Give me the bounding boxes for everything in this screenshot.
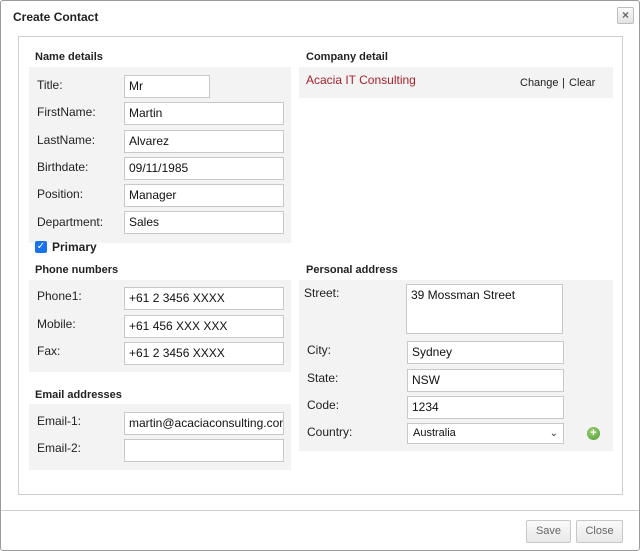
position-input[interactable]: Manager <box>124 184 284 207</box>
save-button[interactable]: Save <box>526 520 571 543</box>
personal-address-box: Street: 39 Mossman Street City: Sydney S… <box>299 280 613 451</box>
personal-address-heading: Personal address <box>306 264 398 276</box>
birthdate-label: Birthdate: <box>37 160 89 174</box>
phone1-input[interactable]: +61 2 3456 XXXX <box>124 287 284 310</box>
create-contact-dialog: Create Contact × Name details Title: Mr … <box>0 0 640 551</box>
firstname-label: FirstName: <box>37 105 96 119</box>
country-label: Country: <box>307 425 353 439</box>
email1-label: Email-1: <box>37 414 82 428</box>
company-detail-heading: Company detail <box>306 51 388 63</box>
clear-company-link[interactable]: Clear <box>569 77 595 89</box>
department-input[interactable]: Sales <box>124 211 284 234</box>
dialog-titlebar: Create Contact × <box>1 1 639 33</box>
link-separator: | <box>562 77 565 89</box>
city-input[interactable]: Sydney <box>407 341 564 364</box>
city-label: City: <box>307 343 331 357</box>
phone-numbers-heading: Phone numbers <box>35 264 119 276</box>
primary-label: Primary <box>52 240 97 254</box>
code-input[interactable]: 1234 <box>407 396 564 419</box>
company-detail-box: Acacia IT Consulting Change | Clear <box>299 67 613 98</box>
company-name-link[interactable]: Acacia IT Consulting <box>306 73 416 87</box>
mobile-label: Mobile: <box>37 317 76 331</box>
form-panel: Name details Title: Mr FirstName: Martin… <box>18 36 623 495</box>
department-label: Department: <box>37 215 104 229</box>
chevron-down-icon: ⌄ <box>549 428 558 439</box>
phone-numbers-box: Phone1: +61 2 3456 XXXX Mobile: +61 456 … <box>29 280 291 372</box>
email-addresses-box: Email-1: martin@acaciaconsulting.com Ema… <box>29 404 291 470</box>
birthdate-input[interactable]: 09/11/1985 <box>124 157 284 180</box>
street-label: Street: <box>304 286 340 300</box>
footer-divider <box>1 510 639 511</box>
firstname-input[interactable]: Martin <box>124 102 284 125</box>
title-label: Title: <box>37 78 63 92</box>
country-select-value: Australia <box>413 427 456 439</box>
email2-input[interactable] <box>124 439 284 462</box>
country-select[interactable]: Australia ⌄ <box>407 423 564 444</box>
close-button[interactable]: Close <box>576 520 623 543</box>
email1-input[interactable]: martin@acaciaconsulting.com <box>124 412 284 435</box>
email-addresses-heading: Email addresses <box>35 389 122 401</box>
name-details-box: Title: Mr FirstName: Martin LastName: Al… <box>29 67 291 243</box>
position-label: Position: <box>37 187 84 201</box>
name-details-heading: Name details <box>35 51 103 63</box>
primary-checkbox[interactable]: ✓ <box>35 241 47 253</box>
fax-label: Fax: <box>37 344 61 358</box>
lastname-label: LastName: <box>37 133 96 147</box>
state-label: State: <box>307 371 339 385</box>
fax-input[interactable]: +61 2 3456 XXXX <box>124 342 284 365</box>
lastname-input[interactable]: Alvarez <box>124 130 284 153</box>
state-input[interactable]: NSW <box>407 369 564 392</box>
street-textarea[interactable]: 39 Mossman Street <box>406 284 563 334</box>
close-icon[interactable]: × <box>617 7 634 24</box>
phone1-label: Phone1: <box>37 289 82 303</box>
code-label: Code: <box>307 398 340 412</box>
add-address-icon[interactable]: + <box>587 427 600 440</box>
email2-label: Email-2: <box>37 441 82 455</box>
mobile-input[interactable]: +61 456 XXX XXX <box>124 315 284 338</box>
title-input[interactable]: Mr <box>124 75 210 98</box>
dialog-title: Create Contact <box>13 10 99 24</box>
change-company-link[interactable]: Change <box>520 77 559 89</box>
